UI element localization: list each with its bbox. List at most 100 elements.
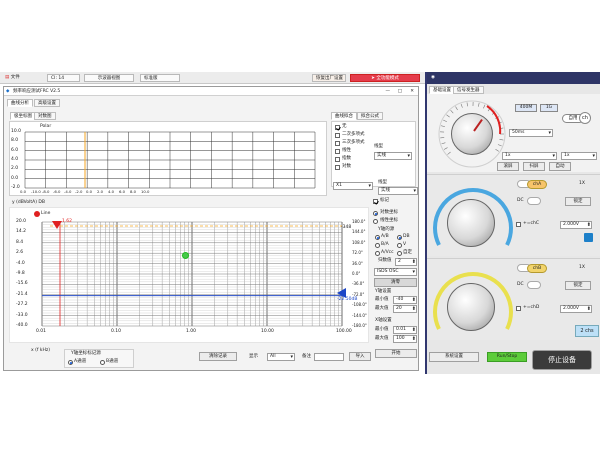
start-button[interactable]: 开始 — [375, 349, 417, 358]
fit-log-checkbox[interactable] — [335, 165, 340, 170]
x1-select[interactable]: X1 — [333, 182, 373, 190]
freq-marker-icon[interactable] — [52, 220, 62, 230]
waveform-view-button[interactable]: 示波器视图 — [84, 74, 134, 82]
full-mode-button[interactable]: ➤ 全功能模式 — [350, 74, 420, 82]
close-icon[interactable]: ✕ — [410, 87, 414, 96]
polar-x-tick: 8.0 — [130, 189, 137, 194]
note-input[interactable] — [314, 353, 344, 361]
timebase-select[interactable]: 50ms — [509, 129, 553, 137]
fit-exp-checkbox[interactable] — [335, 157, 340, 162]
x-max-input[interactable]: 100 — [393, 335, 417, 343]
channel-a-coupling: DC — [517, 198, 524, 203]
y-db-radio[interactable] — [397, 235, 402, 240]
channel-d-volt-input[interactable]: 2.000V — [560, 305, 592, 313]
x-min-input[interactable]: 0.01 — [393, 326, 417, 334]
line-type2-select[interactable]: 实线 — [378, 187, 418, 195]
polar-y-tick: -2.0 — [11, 185, 20, 190]
line-type-select[interactable]: 实线 — [374, 152, 412, 160]
lock-button-b[interactable]: 锁定 — [565, 281, 591, 290]
polar-x-tick: -6.0 — [53, 189, 61, 194]
y-custom-radio[interactable] — [397, 251, 402, 256]
fit-quadratic-checkbox[interactable] — [335, 133, 340, 138]
channel-c-volt-input[interactable]: 2.000V — [560, 221, 592, 229]
tab-curve-fit[interactable]: 曲线拟合 — [331, 112, 357, 120]
clear-button[interactable]: 清零 — [374, 278, 417, 287]
system-settings-button[interactable]: 系统设置 — [429, 352, 479, 362]
log-scale-radio[interactable] — [373, 211, 378, 216]
run-stop-button[interactable]: Run/Stop — [487, 352, 527, 362]
channel-a-scale: 1X — [579, 181, 585, 186]
channel-a-knob[interactable] — [447, 199, 495, 247]
dial-tick — [450, 110, 454, 114]
linear-scale-radio[interactable] — [373, 219, 378, 224]
y-min-input[interactable]: -40 — [393, 296, 417, 304]
channel-c-settings-icon[interactable] — [584, 233, 593, 242]
dc-toggle-a[interactable] — [527, 197, 541, 205]
cd-select[interactable]: CI: 14 — [47, 74, 80, 82]
auto-button[interactable]: 自动 — [549, 162, 571, 171]
window-title: 频率响应测试FRC V2.5 — [13, 89, 61, 94]
polar-y-tick: 8.0 — [11, 138, 19, 144]
channel-a-radio[interactable] — [68, 360, 73, 365]
mark-checkbox[interactable] — [373, 199, 378, 204]
channel-b-button[interactable]: chB — [527, 264, 547, 273]
amp-right-y-tick: -36.0° — [352, 281, 365, 287]
tab-log-plot[interactable]: 对数图 — [34, 112, 56, 120]
channel-count-display[interactable]: 2 chs — [575, 325, 599, 337]
minimize-icon[interactable]: — — [386, 87, 391, 96]
line-type-label: 线型 — [374, 144, 383, 149]
data-point-marker[interactable] — [182, 252, 189, 259]
sweep-button[interactable]: 扫屏 — [523, 162, 545, 171]
clear-record-button[interactable]: 清除记录 — [199, 352, 237, 361]
amp-left-y-tick: -40.0 — [16, 323, 28, 328]
device-title-bar: ◉ — [427, 72, 600, 84]
fit-cubic-checkbox[interactable] — [335, 141, 340, 146]
stop-device-button[interactable]: 停止设备 — [532, 350, 592, 370]
channel-d-checkbox[interactable] — [516, 306, 521, 311]
y-ba-radio[interactable] — [375, 243, 380, 248]
fit-none-checkbox[interactable] — [335, 125, 340, 130]
normalize-input[interactable]: 2 — [395, 258, 417, 266]
tab-advanced-settings[interactable]: 高级设置 — [34, 99, 60, 107]
unit-display[interactable]: 1G — [540, 104, 558, 112]
freq-display[interactable]: 400M — [515, 104, 537, 112]
dc-toggle-b[interactable] — [527, 281, 541, 289]
tab-basic-settings[interactable]: 基础设置 — [429, 86, 455, 94]
tab-polar-plot[interactable]: 极坐标图 — [10, 112, 36, 120]
polar-x-tick: 10.0 — [141, 189, 150, 194]
dial-tick — [466, 102, 468, 107]
y-max-input[interactable]: 20 — [393, 305, 417, 313]
restore-defaults-button[interactable]: 恢复出厂设置 — [312, 74, 346, 82]
osc-select[interactable]: ISDS OSC — [374, 268, 417, 276]
y-db-label: DB — [403, 234, 410, 239]
timebase-knob[interactable] — [451, 113, 493, 155]
channel-toggle[interactable]: ch — [579, 112, 591, 124]
y-avcc-radio[interactable] — [375, 251, 380, 256]
channel-b-knob[interactable] — [447, 283, 495, 331]
scroll-button[interactable]: 滚屏 — [497, 162, 519, 171]
fit-cubic-label: 三次多项式 — [342, 140, 365, 145]
maximize-icon[interactable]: □ — [398, 87, 402, 96]
channel-b-radio[interactable] — [100, 360, 105, 365]
channel-a-button[interactable]: chA — [527, 180, 547, 189]
dial-tick — [499, 139, 504, 141]
y-v-radio[interactable] — [397, 243, 402, 248]
lock-button-a[interactable]: 锁定 — [565, 197, 591, 206]
import-button[interactable]: 导入 — [349, 352, 371, 361]
tab-signal-generator[interactable]: 信号发生器 — [453, 86, 484, 94]
scale-select[interactable]: 1x — [502, 152, 557, 160]
amp-left-y-tick: -15.6 — [16, 281, 28, 287]
tab-curve-analysis[interactable]: 曲线分析 — [7, 99, 33, 107]
fit-linear-checkbox[interactable] — [335, 149, 340, 154]
scale-select-2[interactable]: 1x — [561, 152, 597, 160]
polar-y-tick: 0.0 — [11, 175, 19, 181]
tab-fit-formula[interactable]: 拟合公式 — [357, 112, 383, 120]
y-ab-radio[interactable] — [375, 235, 380, 240]
channel-c-checkbox[interactable] — [516, 222, 521, 227]
frc-title-bar: ◆ 频率响应测试FRC V2.5 — □ ✕ — [4, 87, 418, 96]
display-select[interactable]: All — [267, 353, 295, 361]
amp-y-axis-title: y (dBVoltA) DB — [12, 200, 45, 205]
mode-select[interactable]: 标准版 — [140, 74, 180, 82]
file-menu[interactable]: ▤ 文件 — [2, 74, 23, 82]
display-label: 显示 — [249, 354, 258, 359]
